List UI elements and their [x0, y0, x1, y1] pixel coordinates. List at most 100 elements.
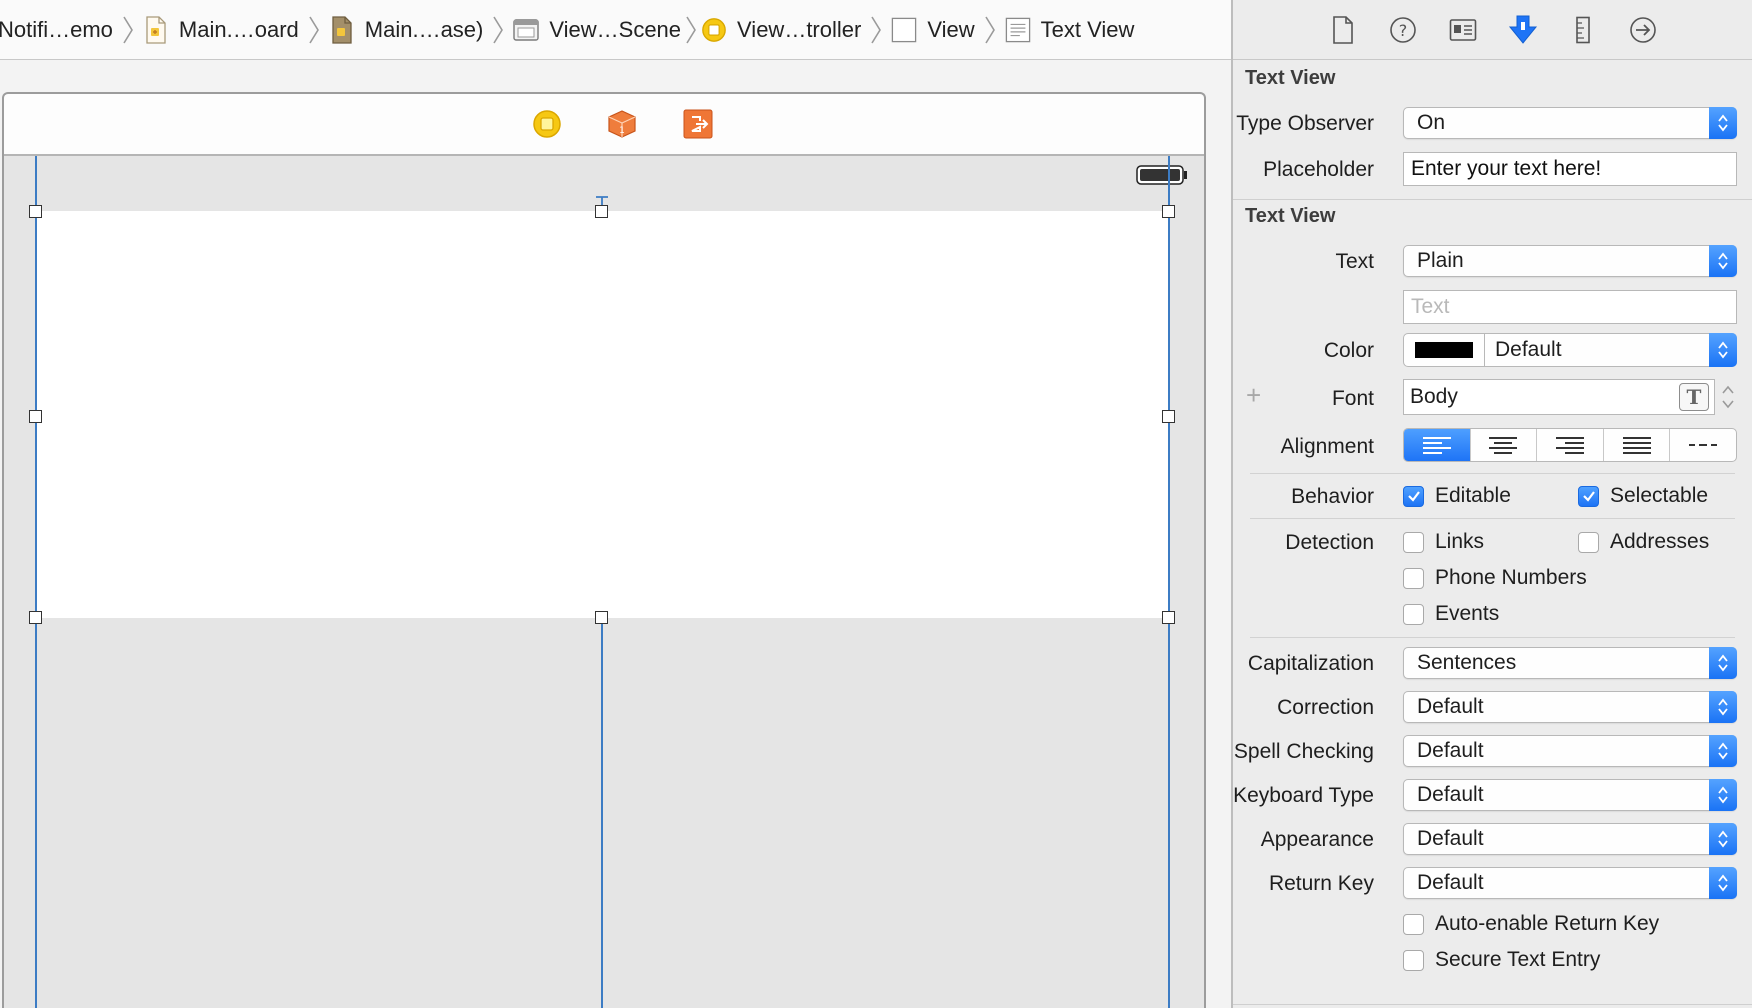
align-justified-icon[interactable] [1602, 429, 1670, 461]
storyboard-base-icon [329, 15, 355, 44]
row-divider [1250, 637, 1735, 638]
svg-text:1: 1 [619, 126, 625, 136]
font-picker-icon[interactable]: T [1679, 383, 1709, 411]
add-variation-icon[interactable]: + [1246, 380, 1261, 411]
breadcrumb-view[interactable]: View [891, 0, 975, 59]
view-icon [891, 16, 917, 44]
return-key-popup[interactable]: Default [1403, 867, 1737, 899]
popup-arrows-icon [1709, 107, 1737, 139]
correction-value: Default [1417, 695, 1484, 718]
align-center-icon[interactable] [1469, 429, 1537, 461]
align-right-icon[interactable] [1536, 429, 1603, 461]
keyboard-type-label: Keyboard Type [1233, 784, 1374, 807]
resize-handle-bottom-center[interactable] [595, 611, 608, 624]
popup-arrows-icon [1709, 867, 1737, 899]
alignment-segmented-control[interactable] [1403, 428, 1737, 462]
breadcrumb-view-controller[interactable]: View…troller [701, 0, 861, 59]
svg-text:?: ? [1399, 21, 1408, 40]
breadcrumb-label: Notifi…emo [0, 16, 113, 42]
auto-enable-return-key-checkbox[interactable]: Auto-enable Return Key [1403, 912, 1659, 936]
checkbox-box [1403, 603, 1424, 625]
selectable-checkbox[interactable]: Selectable [1578, 484, 1708, 508]
capitalization-popup[interactable]: Sentences [1403, 647, 1737, 679]
appearance-value: Default [1417, 827, 1484, 850]
quick-help-icon[interactable]: ? [1387, 14, 1419, 46]
placeholder-field[interactable]: Enter your text here! [1403, 152, 1737, 186]
file-inspector-icon[interactable] [1327, 14, 1359, 46]
attributes-inspector: ? Text View Type Observer On Placeholder… [1231, 0, 1752, 1008]
checkbox-label: Addresses [1610, 530, 1710, 553]
breadcrumb-storyboard[interactable]: Main.…oard [143, 0, 299, 59]
popup-arrows-icon [1709, 779, 1737, 811]
phone-numbers-checkbox[interactable]: Phone Numbers [1403, 566, 1587, 590]
breadcrumb-storyboard-base[interactable]: Main.…ase) [329, 0, 483, 59]
events-checkbox[interactable]: Events [1403, 602, 1499, 626]
popup-arrows-icon [1709, 245, 1737, 277]
keyboard-type-popup[interactable]: Default [1403, 779, 1737, 811]
resize-handle-middle-left[interactable] [29, 410, 42, 423]
breadcrumb-project[interactable]: Notifi…emo [0, 0, 113, 59]
first-responder-icon[interactable]: 1 [607, 109, 637, 139]
checkbox-label: Editable [1435, 484, 1511, 507]
view-controller-icon[interactable] [532, 109, 562, 139]
popup-arrows-icon [1709, 333, 1737, 367]
connections-inspector-icon[interactable] [1627, 14, 1659, 46]
spell-checking-popup[interactable]: Default [1403, 735, 1737, 767]
color-swatch [1415, 342, 1473, 358]
text-type-value: Plain [1417, 249, 1464, 272]
row-divider [1250, 473, 1735, 474]
popup-arrows-icon [1709, 691, 1737, 723]
resize-handle-middle-right[interactable] [1162, 410, 1175, 423]
checkbox-label: Events [1435, 602, 1500, 625]
return-key-label: Return Key [1268, 872, 1374, 895]
text-type-popup[interactable]: Plain [1403, 245, 1737, 277]
appearance-popup[interactable]: Default [1403, 823, 1737, 855]
resize-handle-bottom-left[interactable] [29, 611, 42, 624]
secure-text-entry-checkbox[interactable]: Secure Text Entry [1403, 948, 1600, 972]
resize-handle-top-center[interactable] [595, 205, 608, 218]
storyboard-canvas[interactable]: 1 [0, 60, 1231, 1008]
font-field[interactable]: Body T [1403, 379, 1715, 415]
text-view-icon [1005, 16, 1031, 44]
color-popup[interactable]: Default [1485, 333, 1737, 367]
popup-arrows-icon [1709, 823, 1737, 855]
resize-handle-top-right[interactable] [1162, 205, 1175, 218]
attributes-inspector-icon[interactable] [1507, 14, 1539, 46]
font-size-stepper[interactable] [1720, 380, 1736, 414]
return-key-value: Default [1417, 871, 1484, 894]
breadcrumb-label: Text View [1040, 16, 1135, 42]
breadcrumb-scene[interactable]: View…Scene [513, 0, 681, 59]
type-observer-popup[interactable]: On [1403, 107, 1737, 139]
color-picker[interactable]: Default [1403, 333, 1737, 367]
section-divider [1233, 199, 1752, 200]
jump-bar: Notifi…emo Main.…oard Main.…ase) View…Sc… [0, 0, 1231, 60]
color-label: Color [1323, 339, 1374, 362]
view-controller-icon [701, 16, 727, 44]
section-divider [1233, 1004, 1752, 1005]
editable-checkbox[interactable]: Editable [1403, 484, 1511, 508]
chevron-right-icon [861, 0, 891, 59]
text-view[interactable] [36, 211, 1169, 618]
color-swatch-button[interactable] [1403, 333, 1485, 367]
align-left-icon[interactable] [1404, 429, 1470, 461]
chevron-right-icon [681, 0, 701, 59]
links-checkbox[interactable]: Links [1403, 530, 1484, 554]
text-content-field[interactable]: Text [1403, 290, 1737, 324]
left-guide-line [35, 156, 37, 1008]
spell-checking-label: Spell Checking [1233, 740, 1374, 763]
checkmark-icon [1403, 485, 1424, 507]
checkbox-label: Selectable [1610, 484, 1709, 507]
resize-handle-top-left[interactable] [29, 205, 42, 218]
correction-popup[interactable]: Default [1403, 691, 1737, 723]
exit-icon[interactable] [683, 109, 713, 139]
align-natural-icon[interactable] [1669, 429, 1736, 461]
size-inspector-icon[interactable] [1567, 14, 1599, 46]
checkbox-box [1403, 913, 1424, 935]
resize-handle-bottom-right[interactable] [1162, 611, 1175, 624]
identity-inspector-icon[interactable] [1447, 14, 1479, 46]
breadcrumb-text-view[interactable]: Text View [1005, 0, 1135, 59]
scene-dock: 1 [4, 94, 1204, 156]
addresses-checkbox[interactable]: Addresses [1578, 530, 1709, 554]
row-divider [1250, 518, 1735, 519]
checkbox-label: Links [1435, 530, 1485, 553]
